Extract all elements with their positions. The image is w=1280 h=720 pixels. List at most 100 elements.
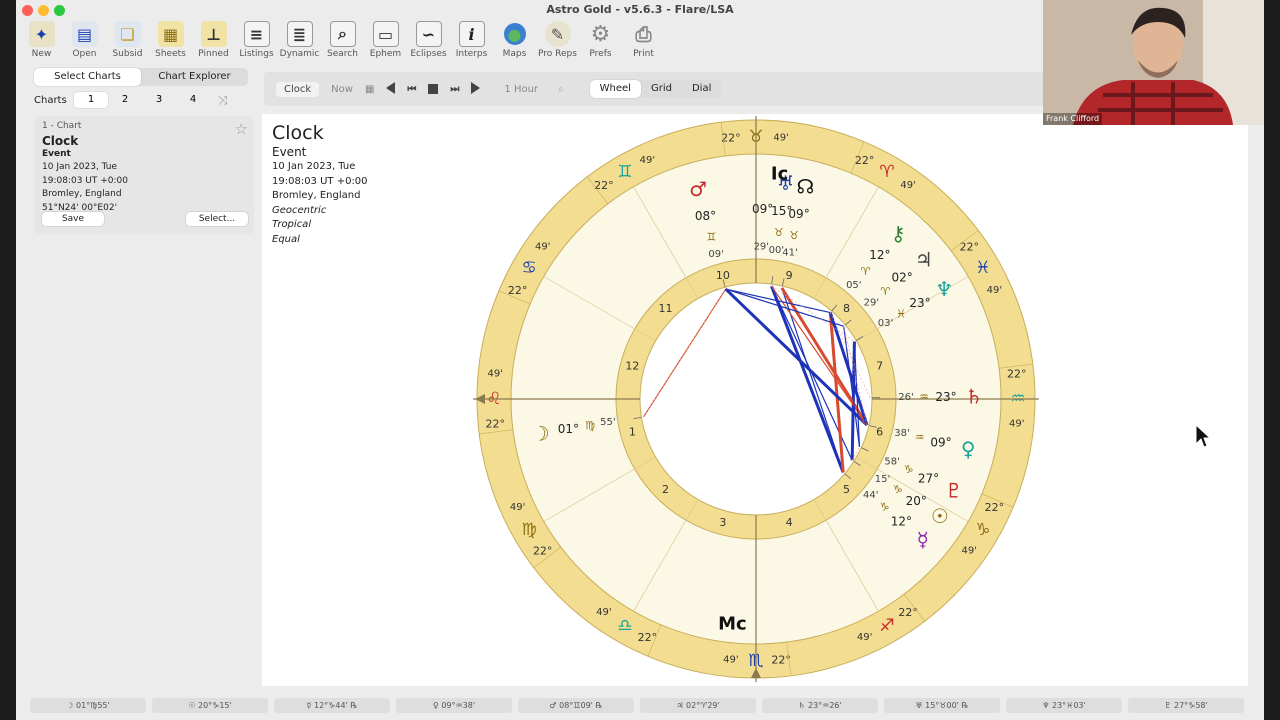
- saturn-minutes: 26': [898, 392, 913, 403]
- ephem-button[interactable]: ▭ Ephem: [364, 20, 407, 64]
- chart-slot-2[interactable]: 2: [108, 92, 142, 108]
- chart-info-place: Bromley, England: [272, 190, 361, 201]
- chart-slot-3[interactable]: 3: [142, 92, 176, 108]
- charts-label: Charts: [34, 94, 67, 106]
- cusp-minute-label: 49': [857, 632, 872, 643]
- venus-degree: 09°: [930, 435, 951, 449]
- interps-button[interactable]: i Interps: [450, 20, 493, 64]
- cusp-minute-label: 49': [596, 607, 611, 618]
- pinned-button[interactable]: ⊥ Pinned: [192, 20, 235, 64]
- cusp-minute-label: 49': [640, 155, 655, 166]
- select-button[interactable]: Select...: [186, 212, 248, 226]
- status-moon: ☽ 01°♍55': [30, 698, 146, 713]
- cusp-minute-label: 49': [510, 502, 525, 513]
- sun-sign: ♑: [893, 483, 903, 496]
- chart-slot-4[interactable]: 4: [176, 92, 210, 108]
- magnifier-icon[interactable]: ⌕: [558, 84, 564, 95]
- tab-chart-explorer[interactable]: Chart Explorer: [141, 68, 248, 86]
- info-icon: i: [458, 21, 485, 47]
- clock-button[interactable]: Clock: [276, 81, 320, 97]
- jupiter-degree: 02°: [892, 271, 913, 285]
- maps-button[interactable]: ● Maps: [493, 20, 536, 64]
- tab-select-charts[interactable]: Select Charts: [34, 68, 141, 86]
- pluto-degree: 27°: [918, 472, 939, 486]
- listings-button[interactable]: ≡ Listings: [235, 20, 278, 64]
- view-tabs: Wheel Grid Dial: [589, 80, 722, 98]
- save-button[interactable]: Save: [42, 212, 104, 226]
- node-minutes: 41': [782, 247, 797, 258]
- node-glyph: ☊: [797, 175, 815, 199]
- skip-back-icon[interactable]: ⏮: [407, 84, 416, 95]
- favorite-star-icon[interactable]: ☆: [235, 120, 248, 138]
- step-size[interactable]: 1 Hour: [504, 84, 538, 95]
- chart-wheel[interactable]: ♌22°49'♍22°49'♎22°49'♏ 22°49'♐22°49'♑22°4…: [473, 116, 1039, 682]
- chiron-sign: ♈: [861, 265, 871, 278]
- new-chart-icon: ✦: [28, 21, 55, 47]
- now-button[interactable]: Now: [331, 84, 353, 95]
- node-degree: 09°: [788, 207, 809, 221]
- venus-glyph: ♀: [961, 437, 976, 461]
- house-number-2: 2: [662, 483, 669, 496]
- tab-grid[interactable]: Grid: [641, 80, 682, 98]
- sheets-button[interactable]: ▦ Sheets: [149, 20, 192, 64]
- cusp-minute-label: 49': [535, 241, 550, 252]
- new-button[interactable]: ✦ New: [20, 20, 63, 64]
- cusp-minute-label: 49': [900, 180, 915, 191]
- skip-forward-icon[interactable]: ⏭: [450, 84, 459, 95]
- status-neptune: ♆ 23°♓03': [1006, 698, 1122, 713]
- sheets-icon: ▦: [157, 21, 184, 47]
- chart-canvas: Clock Event 10 Jan 2023, Tue 19:08:03 UT…: [262, 114, 1248, 686]
- moon-degree: 01°: [558, 422, 579, 436]
- sun-glyph: ☉: [931, 504, 949, 528]
- minimize-window-button[interactable]: [38, 5, 49, 16]
- tab-wheel[interactable]: Wheel: [589, 80, 641, 98]
- cusp-minute-label: 49': [987, 285, 1002, 296]
- house-number-11: 11: [658, 302, 672, 315]
- status-mercury: ☿ 12°♑44' ℞: [274, 698, 390, 713]
- pro-reps-button[interactable]: ✎ Pro Reps: [536, 20, 579, 64]
- eclipses-button[interactable]: ∽ Eclipses: [407, 20, 450, 64]
- pluto-glyph: ♇: [945, 478, 963, 502]
- mc-label: Mc: [718, 613, 747, 634]
- search-icon: ⌕: [329, 21, 356, 47]
- neptune-minutes: 03': [878, 318, 893, 329]
- house-number-1: 1: [629, 426, 636, 439]
- sign-glyph-10: ♊: [617, 162, 632, 182]
- cusp-degree-label: 22°: [1007, 367, 1027, 380]
- play-icon[interactable]: [471, 81, 481, 97]
- cusp-minute-label: 49': [1009, 419, 1024, 430]
- stop-icon[interactable]: [428, 84, 439, 94]
- tab-dial[interactable]: Dial: [682, 80, 721, 98]
- zoom-window-button[interactable]: [54, 5, 65, 16]
- step-back-icon[interactable]: [386, 81, 396, 97]
- status-venus: ♀ 09°♒38': [396, 698, 512, 713]
- pluto-sign: ♑: [904, 463, 914, 476]
- house-number-12: 12: [625, 359, 639, 372]
- cusp-degree-label: 22°: [721, 132, 741, 145]
- open-button[interactable]: ▤ Open: [63, 20, 106, 64]
- print-button[interactable]: ⎙ Print: [622, 20, 665, 64]
- close-window-button[interactable]: [22, 5, 33, 16]
- eclipses-icon: ∽: [415, 21, 442, 47]
- subsid-button[interactable]: ❏ Subsid: [106, 20, 149, 64]
- dynamic-button[interactable]: ≣ Dynamic: [278, 20, 321, 64]
- shuffle-icon[interactable]: ⤨: [218, 93, 228, 108]
- sidebar-tabs: Select Charts Chart Explorer: [34, 68, 248, 86]
- card-place: Bromley, England: [42, 189, 122, 199]
- prefs-button[interactable]: ⚙ Prefs: [579, 20, 622, 64]
- house-number-4: 4: [786, 516, 793, 529]
- chart-card[interactable]: 1 - Chart Clock Event 10 Jan 2023, Tue 1…: [34, 116, 254, 234]
- chiron-glyph: ⚷: [891, 222, 906, 246]
- chart-slot-1[interactable]: 1: [74, 92, 108, 108]
- cusp-degree-label: 22°: [985, 501, 1005, 514]
- cusp-degree-label: 22°: [771, 653, 791, 666]
- sign-glyph-4: ♐: [879, 616, 894, 636]
- saturn-degree: 23°: [935, 390, 956, 404]
- cusp-degree-label: 22°: [485, 418, 505, 431]
- chart-info-tropical: Tropical: [272, 219, 312, 230]
- ephem-icon: ▭: [372, 21, 399, 47]
- sign-glyph-11: ♋: [521, 258, 536, 278]
- search-button[interactable]: ⌕ Search: [321, 20, 364, 64]
- cusp-minute-label: 49': [487, 368, 502, 379]
- calendar-icon[interactable]: ▦: [365, 84, 374, 95]
